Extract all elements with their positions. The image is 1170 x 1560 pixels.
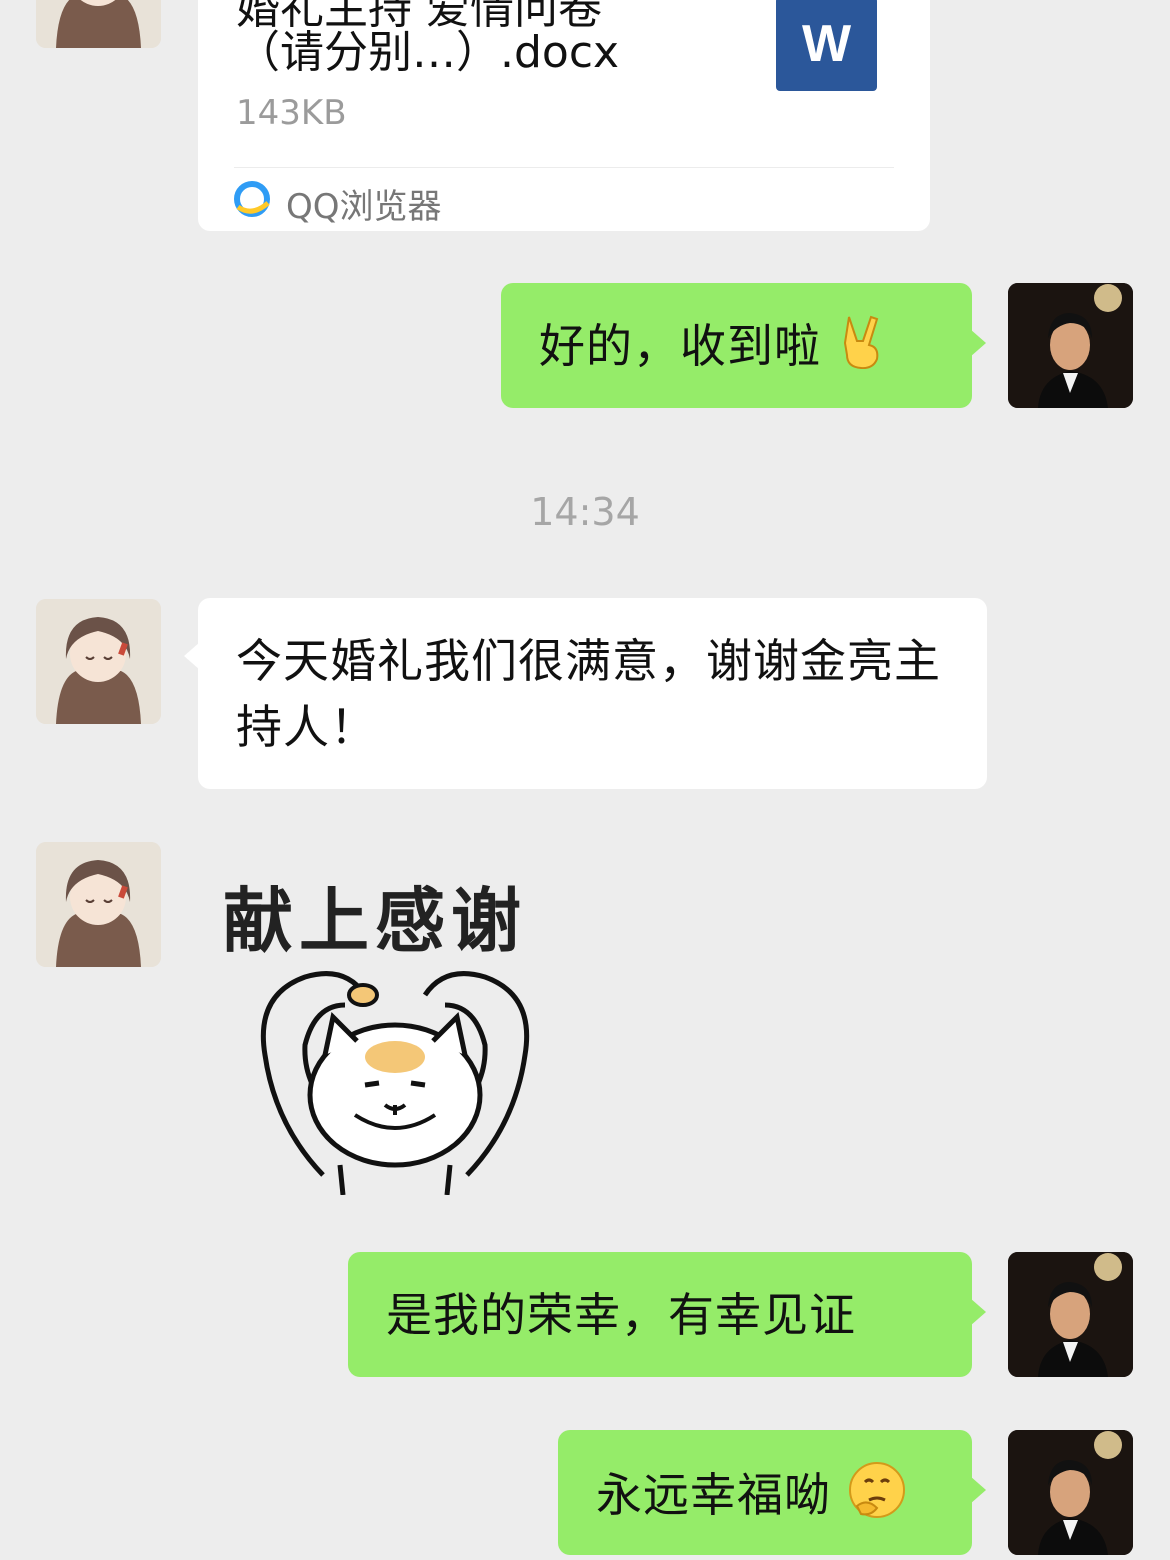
avatar-self[interactable] — [1008, 1430, 1133, 1555]
bubble-tail — [970, 1476, 986, 1504]
bubble-tail — [184, 642, 200, 670]
message-text-content: 好的，收到啦 — [539, 319, 821, 373]
sticker-caption: 献上感谢 — [223, 880, 527, 962]
message-text: 今天婚礼我们很满意，谢谢金亮主持人！ — [236, 634, 941, 754]
message-bubble-outgoing[interactable]: 好的，收到啦 — [501, 283, 986, 408]
file-card-divider — [234, 167, 894, 168]
qq-browser-icon — [234, 181, 270, 217]
message-bubble-outgoing[interactable]: 永远幸福呦 — [558, 1430, 986, 1555]
avatar-self[interactable] — [1008, 1252, 1133, 1377]
word-file-icon: W — [776, 0, 877, 91]
cat-heart-sticker-icon — [245, 965, 545, 1199]
bubble-tail — [970, 329, 986, 357]
message-text: 是我的荣幸，有幸见证 — [386, 1288, 856, 1342]
sticker-message[interactable]: 献上感谢 — [215, 855, 545, 1200]
message-text-content: 永远幸福呦 — [596, 1468, 831, 1522]
message-bubble-incoming[interactable]: 今天婚礼我们很满意，谢谢金亮主持人！ — [184, 598, 987, 789]
avatar-contact[interactable] — [36, 842, 161, 967]
message-bubble-outgoing[interactable]: 是我的荣幸，有幸见证 — [348, 1252, 986, 1377]
chat-timestamp: 14:34 — [530, 490, 640, 534]
avatar-self[interactable] — [1008, 283, 1133, 408]
file-message-card[interactable]: 婚礼主持 爱情问卷 （请分别…）.docx 143KB W QQ浏览器 — [198, 0, 930, 231]
message-text: 好的，收到啦 — [539, 313, 887, 386]
message-text: 永远幸福呦 — [596, 1460, 907, 1537]
thinking-face-emoji-icon — [847, 1460, 907, 1537]
avatar-contact[interactable] — [36, 599, 161, 724]
victory-hand-emoji-icon — [837, 313, 887, 386]
file-size: 143KB — [236, 93, 347, 133]
file-name-line2: （请分别…）.docx — [236, 27, 620, 78]
bubble-tail — [970, 1298, 986, 1326]
file-source-app: QQ浏览器 — [286, 187, 442, 227]
avatar-contact[interactable] — [36, 0, 161, 48]
